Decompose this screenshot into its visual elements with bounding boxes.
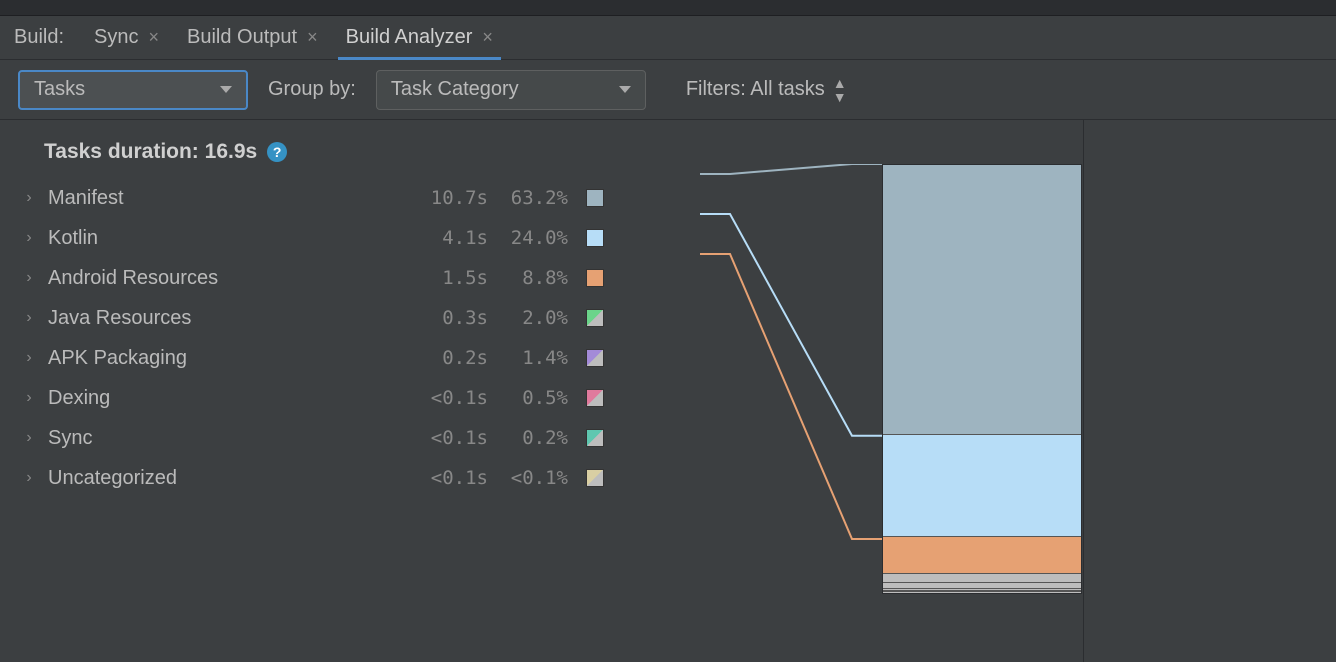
category-label: Android Resources [48, 267, 398, 290]
close-icon[interactable]: × [482, 27, 493, 48]
chart-area [700, 164, 1060, 594]
color-swatch [586, 429, 604, 447]
category-duration: 0.2s [398, 347, 488, 369]
tab-bar: Build: Sync × Build Output × Build Analy… [0, 16, 1336, 60]
category-percent: <0.1% [488, 467, 568, 489]
category-label: Uncategorized [48, 467, 398, 490]
tab-label: Sync [94, 26, 138, 49]
top-strip [0, 0, 1336, 16]
chevron-down-icon [220, 86, 232, 93]
close-icon[interactable]: × [307, 27, 318, 48]
category-percent: 2.0% [488, 307, 568, 329]
tab-build-output[interactable]: Build Output × [183, 16, 322, 59]
group-by-label: Group by: [268, 78, 356, 101]
connector-lines [700, 164, 882, 594]
category-percent: 0.5% [488, 387, 568, 409]
category-duration: 0.3s [398, 307, 488, 329]
color-swatch [586, 269, 604, 287]
tab-build-analyzer[interactable]: Build Analyzer × [342, 16, 497, 59]
chevron-right-icon: › [20, 429, 38, 447]
chevron-right-icon: › [20, 389, 38, 407]
filters-label: Filters: All tasks [686, 78, 825, 101]
view-dropdown[interactable]: Tasks [18, 70, 248, 110]
chevron-down-icon [619, 86, 631, 93]
dropdown-value: Task Category [391, 78, 519, 101]
category-label: Sync [48, 427, 398, 450]
heading-text: Tasks duration: 16.9s [44, 140, 257, 164]
filters-dropdown[interactable]: Filters: All tasks ▲▼ [686, 76, 847, 104]
category-label: Dexing [48, 387, 398, 410]
color-swatch [586, 389, 604, 407]
tasks-heading: Tasks duration: 16.9s ? [20, 140, 1083, 164]
close-icon[interactable]: × [149, 27, 160, 48]
chevron-right-icon: › [20, 269, 38, 287]
category-duration: <0.1s [398, 387, 488, 409]
chevron-right-icon: › [20, 229, 38, 247]
category-percent: 8.8% [488, 267, 568, 289]
tab-label: Build Output [187, 26, 297, 49]
category-percent: 24.0% [488, 227, 568, 249]
tab-label: Build Analyzer [346, 26, 473, 49]
dropdown-value: Tasks [34, 78, 85, 101]
tasks-panel: Tasks duration: 16.9s ? › Manifest 10.7s… [0, 120, 1084, 662]
category-duration: 10.7s [398, 187, 488, 209]
category-percent: 63.2% [488, 187, 568, 209]
sort-icon: ▲▼ [833, 76, 847, 104]
chevron-right-icon: › [20, 349, 38, 367]
chart-segment [883, 592, 1081, 593]
color-swatch [586, 229, 604, 247]
right-panel [1084, 120, 1336, 662]
category-duration: <0.1s [398, 427, 488, 449]
group-by-dropdown[interactable]: Task Category [376, 70, 646, 110]
color-swatch [586, 349, 604, 367]
category-percent: 1.4% [488, 347, 568, 369]
color-swatch [586, 309, 604, 327]
category-label: Kotlin [48, 227, 398, 250]
category-label: Java Resources [48, 307, 398, 330]
category-label: APK Packaging [48, 347, 398, 370]
chart-segment [883, 165, 1081, 435]
category-duration: <0.1s [398, 467, 488, 489]
tab-sync[interactable]: Sync × [90, 16, 163, 59]
category-duration: 4.1s [398, 227, 488, 249]
chart-segment [883, 537, 1081, 575]
color-swatch [586, 469, 604, 487]
color-swatch [586, 189, 604, 207]
category-duration: 1.5s [398, 267, 488, 289]
category-percent: 0.2% [488, 427, 568, 449]
chevron-right-icon: › [20, 189, 38, 207]
chart-segment [883, 435, 1081, 537]
toolbar: Tasks Group by: Task Category Filters: A… [0, 60, 1336, 120]
chevron-right-icon: › [20, 469, 38, 487]
help-icon[interactable]: ? [267, 142, 287, 162]
chevron-right-icon: › [20, 309, 38, 327]
chart-segment [883, 574, 1081, 583]
build-label: Build: [14, 26, 64, 49]
stacked-bar-chart [882, 164, 1082, 594]
category-label: Manifest [48, 187, 398, 210]
